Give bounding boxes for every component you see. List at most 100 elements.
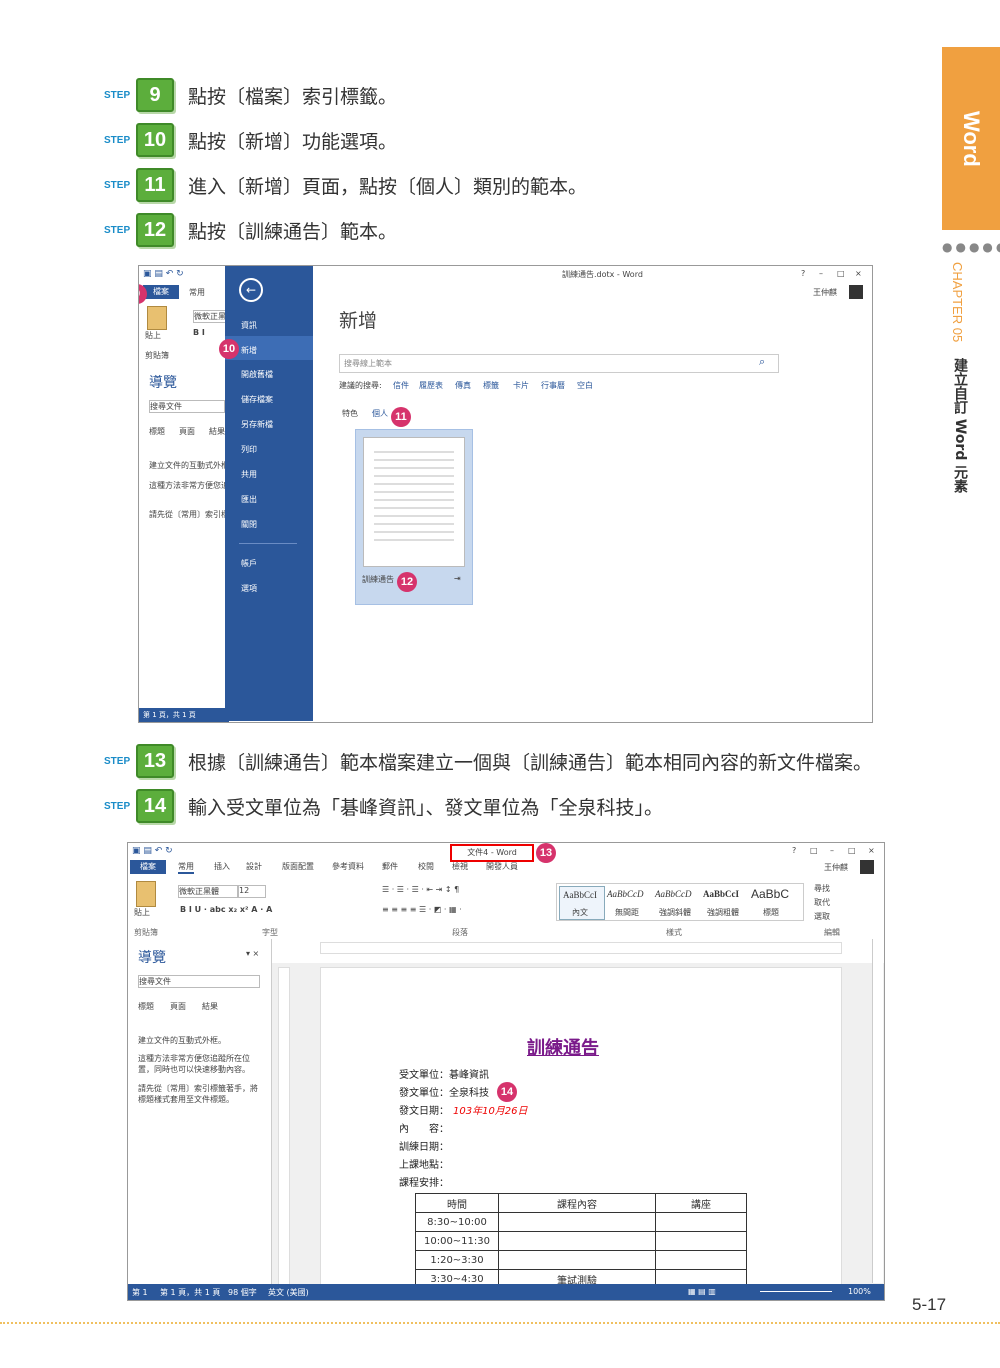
template-name: 訓練通告 <box>362 575 394 584</box>
user-name[interactable]: 王仲麒 <box>824 862 848 873</box>
nav-tab-results[interactable]: 結果 <box>209 426 225 437</box>
nav-tab-headings[interactable]: 標題 <box>138 1001 154 1012</box>
tab-mailings[interactable]: 郵件 <box>382 861 398 872</box>
menu-item-print[interactable]: 列印 <box>241 444 257 455</box>
help-button[interactable]: ? <box>792 846 796 855</box>
ribbon-display-button[interactable]: □ <box>810 846 818 855</box>
menu-item-open[interactable]: 開啟舊檔 <box>241 369 273 380</box>
zoom-level[interactable]: 100% <box>848 1287 871 1296</box>
nav-help-text-2: 這種方法非常方便您追蹤所在位置，同時也可以快速移動內容。 <box>138 1054 250 1074</box>
search-icon[interactable]: ⌕ <box>759 355 765 369</box>
horizontal-ruler[interactable] <box>320 942 842 954</box>
suggested-blank[interactable]: 空白 <box>577 380 593 391</box>
font-box[interactable]: 微軟正黑體 <box>193 310 227 323</box>
nav-close-icon[interactable]: ▾ × <box>246 949 259 958</box>
maximize-button[interactable]: □ <box>848 846 856 855</box>
step-text: 輸入受文單位為「碁峰資訊」、發文單位為「全泉科技」。 <box>188 796 664 819</box>
vertical-ruler[interactable] <box>278 967 290 1285</box>
doc-line-location: 上課地點： <box>399 1160 449 1171</box>
template-preview-lines <box>374 451 454 541</box>
paste-icon[interactable] <box>147 306 167 330</box>
step-number-badge: 13 <box>136 744 174 778</box>
menu-item-share[interactable]: 共用 <box>241 469 257 480</box>
nav-tab-results[interactable]: 結果 <box>202 1001 218 1012</box>
suggested-calendar[interactable]: 行事曆 <box>541 380 565 391</box>
menu-item-export[interactable]: 匯出 <box>241 494 257 505</box>
menu-item-new[interactable]: 新增 <box>241 345 257 356</box>
font-name-box[interactable]: 微軟正黑體 <box>178 885 238 898</box>
menu-item-save[interactable]: 儲存檔案 <box>241 394 273 405</box>
menu-item-save-as[interactable]: 另存新檔 <box>241 419 273 430</box>
user-name[interactable]: 王仲麒 <box>813 287 837 298</box>
nav-search-input[interactable]: 搜尋文件 <box>149 400 225 413</box>
doc-line-recipient: 受文單位：碁峰資訊 <box>399 1070 489 1081</box>
pin-icon[interactable]: ⇥ <box>454 574 461 583</box>
nav-tab-pages[interactable]: 頁面 <box>179 426 195 437</box>
suggested-labels[interactable]: 標籤 <box>483 380 499 391</box>
view-buttons[interactable]: ▦ ▤ ▥ <box>688 1287 716 1296</box>
tab-view[interactable]: 檢視 <box>452 861 468 872</box>
style-no-spacing-sample[interactable]: AaBbCcD <box>607 889 644 899</box>
menu-item-close[interactable]: 關閉 <box>241 519 257 530</box>
close-button[interactable]: × <box>855 269 862 278</box>
new-page-heading: 新增 <box>339 310 378 332</box>
tab-home[interactable]: 常用 <box>189 287 205 298</box>
help-button[interactable]: ? <box>801 269 805 278</box>
callout-10: 10 <box>219 339 239 359</box>
avatar[interactable] <box>849 285 863 299</box>
paste-icon[interactable] <box>136 881 156 907</box>
menu-item-options[interactable]: 選項 <box>241 583 257 594</box>
zoom-slider[interactable] <box>760 1291 832 1292</box>
step-text: 點按〔新增〕功能選項。 <box>188 130 398 153</box>
style-title-sample[interactable]: AaBbC <box>751 887 789 901</box>
callout-13: 13 <box>536 843 556 863</box>
tab-references[interactable]: 參考資料 <box>332 861 364 872</box>
font-size-box[interactable]: 12 <box>238 885 266 898</box>
vertical-scrollbar[interactable] <box>872 939 883 1283</box>
tab-review[interactable]: 校閱 <box>418 861 434 872</box>
menu-item-info[interactable]: 資訊 <box>241 320 257 331</box>
suggested-fax[interactable]: 傳真 <box>455 380 471 391</box>
paragraph-icons: ☰ · ☰ · ☰ · ⇤ ⇥ ↕ ¶ <box>382 885 460 894</box>
tab-file[interactable]: 檔案 <box>130 860 166 874</box>
suggested-letters[interactable]: 信件 <box>393 380 409 391</box>
tab-design[interactable]: 設計 <box>246 861 262 872</box>
status-language[interactable]: 英文 (美國) <box>268 1287 309 1298</box>
document-page[interactable]: 訓練通告 受文單位：碁峰資訊 發文單位：全泉科技 14 發文日期： 103年10… <box>320 967 842 1299</box>
replace-button[interactable]: 取代 <box>814 897 830 908</box>
tab-layout[interactable]: 版面配置 <box>282 861 314 872</box>
status-section[interactable]: 第 1 <box>132 1287 148 1298</box>
nav-tab-headings[interactable]: 標題 <box>149 426 165 437</box>
select-button[interactable]: 選取 <box>814 911 830 922</box>
back-arrow-icon[interactable]: ← <box>239 278 263 302</box>
maximize-button[interactable]: □ <box>837 269 845 278</box>
category-personal[interactable]: 個人 <box>372 408 388 419</box>
nav-search-input[interactable]: 搜尋文件 <box>138 975 260 988</box>
suggested-cards[interactable]: 卡片 <box>513 380 529 391</box>
template-search-input[interactable]: 搜尋線上範本 <box>339 354 779 373</box>
tab-home[interactable]: 常用 <box>178 861 194 874</box>
suggested-searches-label: 建議的搜尋: <box>339 381 382 390</box>
step-number-badge: 14 <box>136 789 174 823</box>
tab-file[interactable]: 檔案 <box>143 285 179 299</box>
close-button[interactable]: × <box>868 846 875 855</box>
callout-14: 14 <box>497 1082 517 1102</box>
avatar[interactable] <box>860 860 874 874</box>
minimize-button[interactable]: – <box>819 269 823 278</box>
menu-item-account[interactable]: 帳戶 <box>241 558 257 569</box>
find-button[interactable]: 尋找 <box>814 883 830 894</box>
tab-insert[interactable]: 插入 <box>214 861 230 872</box>
style-sample: AaBbCcI <box>563 890 597 900</box>
style-normal[interactable]: AaBbCcI 內文 <box>559 886 605 920</box>
suggested-resume[interactable]: 履歷表 <box>419 380 443 391</box>
tab-developer[interactable]: 開發人員 <box>486 861 518 872</box>
table-header-cell: 課程內容 <box>498 1193 656 1213</box>
style-emphasis-sample[interactable]: AaBbCcD <box>655 889 692 899</box>
status-word-count[interactable]: 98 個字 <box>228 1287 257 1298</box>
category-featured[interactable]: 特色 <box>342 408 358 419</box>
minimize-button[interactable]: – <box>830 846 834 855</box>
style-title-name: 標題 <box>763 908 779 917</box>
status-page[interactable]: 第 1 頁，共 1 頁 <box>160 1287 220 1298</box>
nav-tab-pages[interactable]: 頁面 <box>170 1001 186 1012</box>
style-strong-sample[interactable]: AaBbCcI <box>703 889 739 899</box>
